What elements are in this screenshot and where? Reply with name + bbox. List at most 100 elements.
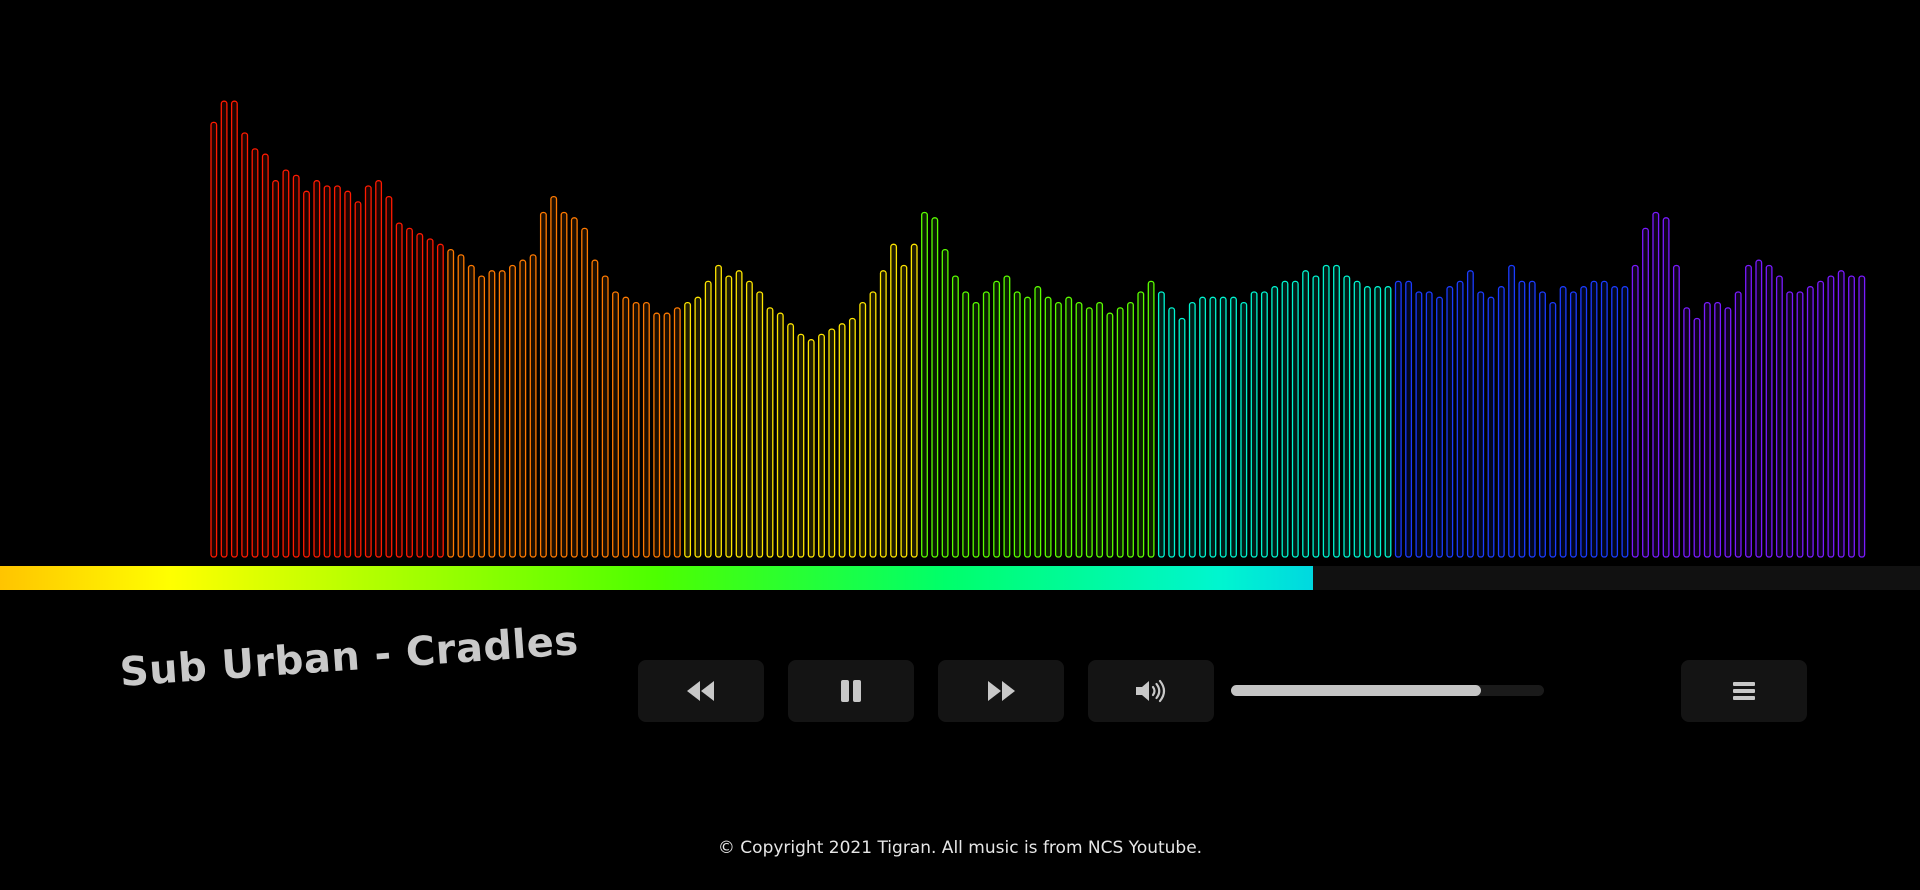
- visualizer-bar: [1271, 286, 1279, 558]
- visualizer-bar: [230, 100, 238, 558]
- visualizer-bar: [1580, 286, 1588, 558]
- visualizer-bar: [467, 264, 475, 558]
- visualizer-bar: [1157, 291, 1165, 558]
- visualizer-bar: [921, 211, 928, 558]
- visualizer-bar: [509, 264, 516, 558]
- visualizer-bar: [1539, 291, 1546, 558]
- visualizer-bar: [1827, 275, 1835, 558]
- visualizer-bar: [704, 280, 712, 558]
- visualizer-bar: [622, 296, 630, 558]
- visualizer-bar: [529, 254, 537, 558]
- visualizer-bar: [848, 317, 856, 558]
- visualizer-bar: [303, 190, 310, 558]
- visualizer-bar: [1322, 264, 1330, 558]
- fast-forward-button[interactable]: [938, 660, 1064, 722]
- visualizer-bar: [807, 339, 815, 558]
- pause-button[interactable]: [788, 660, 914, 722]
- visualizer-bar: [385, 195, 393, 558]
- visualizer-bar: [406, 227, 413, 558]
- visualizer-bar: [787, 323, 795, 558]
- visualizer-bar: [1549, 301, 1557, 558]
- visualizer-bar: [1343, 275, 1351, 558]
- visualizer-bar: [1456, 280, 1464, 558]
- visualizer-bar: [993, 280, 1001, 558]
- volume-slider[interactable]: [1231, 685, 1544, 696]
- visualizer-bar: [1425, 291, 1433, 558]
- visualizer-bar: [1127, 301, 1134, 558]
- visualizer-bar: [1662, 217, 1670, 558]
- visualizer-bar: [1745, 264, 1752, 558]
- visualizer-bar: [1250, 291, 1258, 558]
- visualizer-bar: [1024, 296, 1031, 558]
- visualizer-bar: [313, 180, 321, 558]
- visualizer-bar: [1734, 291, 1742, 558]
- volume-button[interactable]: [1088, 660, 1214, 722]
- visualizer-bar: [1147, 280, 1155, 558]
- visualizer-bar: [1765, 264, 1773, 558]
- visualizer-bar: [488, 270, 496, 558]
- visualizer-bar: [1291, 280, 1299, 558]
- visualizer-bar: [1436, 296, 1443, 558]
- visualizer-bar: [642, 301, 650, 558]
- visualizer-bar: [416, 233, 424, 558]
- visualizer-bar: [766, 307, 774, 558]
- visualizer-bar: [797, 333, 805, 558]
- menu-button[interactable]: [1681, 660, 1807, 722]
- visualizer-bar: [457, 254, 465, 558]
- visualizer-bar: [1817, 280, 1825, 558]
- visualizer-bar: [1528, 280, 1536, 558]
- visualizer-bar: [1652, 211, 1660, 558]
- song-progress-bar[interactable]: [0, 566, 1920, 590]
- visualizer-bar: [261, 153, 269, 558]
- visualizer-bar: [282, 169, 290, 558]
- visualizer-bar: [1569, 291, 1577, 558]
- visualizer-bar: [1374, 286, 1382, 558]
- visualizer-bar: [684, 301, 692, 558]
- song-title: Sub Urban - Cradles: [118, 618, 580, 696]
- visualizer-bar: [1003, 275, 1011, 558]
- visualizer-bar: [1106, 312, 1114, 558]
- visualizer-bar: [838, 323, 846, 558]
- visualizer-bar: [1786, 291, 1794, 558]
- visualizer-bar: [1209, 296, 1217, 558]
- visualizer-bar: [1013, 291, 1021, 558]
- visualizer-bar: [1466, 270, 1474, 558]
- visualizer-bar: [1714, 301, 1722, 558]
- visualizer-bar: [1518, 280, 1526, 558]
- visualizer-bar: [663, 312, 671, 558]
- visualizer-bar: [210, 121, 218, 558]
- visualizer-bar: [1085, 307, 1093, 558]
- pause-icon: [841, 680, 861, 702]
- visualizer-bar: [673, 307, 681, 558]
- visualizer-bar: [1240, 301, 1248, 558]
- visualizer-bar: [1137, 291, 1145, 558]
- visualizer-bar: [436, 243, 444, 558]
- visualizer-bar: [612, 291, 619, 558]
- visualizer-bar: [951, 275, 959, 558]
- visualizer-bar: [1168, 307, 1176, 558]
- visualizer-bar: [941, 248, 949, 558]
- visualizer-bar: [550, 195, 558, 558]
- visualizer-bar: [1600, 280, 1608, 558]
- visualizer-bar: [776, 312, 784, 558]
- visualizer-bar: [395, 222, 403, 558]
- visualizer-bar: [1497, 286, 1505, 558]
- visualizer-bar: [1693, 317, 1701, 558]
- visualizer-bar: [1188, 301, 1196, 558]
- visualizer-bar: [1075, 301, 1083, 558]
- visualizer-bar: [1806, 286, 1814, 558]
- visualizer-bar: [715, 264, 722, 558]
- visualizer-bar: [1281, 280, 1289, 558]
- visualizer-bar: [1333, 264, 1340, 558]
- visualizer-bar: [519, 259, 527, 558]
- rewind-button[interactable]: [638, 660, 764, 722]
- visualizer-bar: [632, 301, 640, 558]
- visualizer-bar: [1683, 307, 1691, 558]
- visualizer-bar: [900, 264, 908, 558]
- visualizer-bar: [1775, 275, 1783, 558]
- visualizer-bar: [1724, 307, 1732, 558]
- visualizer-bar: [1611, 286, 1619, 558]
- visualizer-bars: [210, 100, 1866, 558]
- visualizer-bar: [447, 248, 455, 558]
- visualizer-bar: [756, 291, 764, 558]
